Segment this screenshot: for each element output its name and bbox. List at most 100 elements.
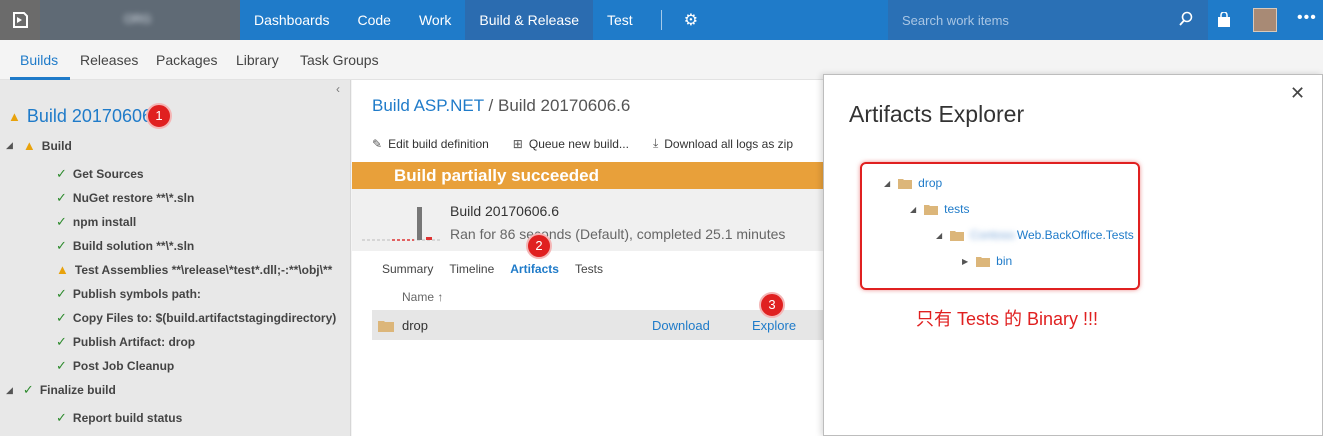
tab-artifacts[interactable]: Artifacts xyxy=(510,262,559,276)
check-icon: ✓ xyxy=(56,410,67,425)
check-icon: ✓ xyxy=(56,358,67,373)
tab-library[interactable]: Library xyxy=(236,52,279,68)
expand-triangle-icon[interactable]: ◢ xyxy=(6,140,13,151)
download-logs-button[interactable]: ⤓ Download all logs as zip xyxy=(653,136,793,151)
tree-item-drop[interactable]: ◢ drop xyxy=(884,176,942,190)
step-label: NuGet restore **\*.sln xyxy=(72,191,195,205)
check-icon: ✓ xyxy=(56,238,67,253)
folder-icon xyxy=(976,256,991,267)
explore-artifact-link[interactable]: Explore xyxy=(752,318,796,333)
nav-test[interactable]: Test xyxy=(593,0,647,40)
build-history-chart[interactable] xyxy=(362,197,440,245)
tab-tests[interactable]: Tests xyxy=(575,262,603,276)
queue-icon: ⊞ xyxy=(512,136,523,151)
tree-item-label: tests xyxy=(944,202,970,216)
account-switcher[interactable]: ORG xyxy=(40,0,240,40)
collapsed-arrow-icon[interactable]: ▶ xyxy=(962,257,968,266)
folder-icon xyxy=(898,178,913,189)
search-box[interactable]: Search work items xyxy=(888,0,1208,40)
build-status-banner: Build partially succeeded xyxy=(352,162,823,189)
pencil-icon: ✎ xyxy=(372,136,383,151)
user-avatar[interactable] xyxy=(1253,8,1277,32)
search-placeholder: Search work items xyxy=(902,13,1009,28)
warning-icon: ▲ xyxy=(8,109,21,124)
expanded-arrow-icon[interactable]: ◢ xyxy=(884,179,890,188)
tab-builds[interactable]: Builds xyxy=(20,52,58,68)
breadcrumb: Build ASP.NET / Build 20170606.6 xyxy=(372,96,630,116)
check-icon: ✓ xyxy=(56,214,67,229)
step-copy-files[interactable]: ✓ Copy Files to: $(build.artifactstagingd… xyxy=(56,310,336,326)
account-name: ORG xyxy=(124,12,152,26)
edit-build-definition-button[interactable]: ✎ Edit build definition xyxy=(372,136,489,151)
tree-item-backoffice-tests[interactable]: ◢ Contoso Web.BackOffice.Tests xyxy=(936,228,1134,242)
top-bar: ORG Dashboards Code Work Build & Release… xyxy=(0,0,1323,40)
expand-triangle-icon[interactable]: ◢ xyxy=(6,385,13,396)
step-label: Report build status xyxy=(72,411,183,425)
tree-item-bin[interactable]: ▶ bin xyxy=(962,254,1012,268)
step-build[interactable]: ◢ ▲ Build xyxy=(6,138,72,153)
button-label: Download all logs as zip xyxy=(664,136,793,151)
build-tabs: Summary Timeline Artifacts Tests xyxy=(382,262,619,276)
more-options-icon[interactable]: ••• xyxy=(1297,9,1317,27)
step-label: Finalize build xyxy=(39,383,116,397)
check-icon: ✓ xyxy=(56,190,67,205)
expanded-arrow-icon[interactable]: ◢ xyxy=(910,205,916,214)
step-label: npm install xyxy=(72,215,137,229)
nav-dashboards[interactable]: Dashboards xyxy=(240,0,344,40)
check-icon: ✓ xyxy=(56,166,67,181)
download-artifact-link[interactable]: Download xyxy=(652,318,710,333)
collapse-panel-icon[interactable]: ‹ xyxy=(336,82,340,96)
step-label: Build solution **\*.sln xyxy=(72,239,195,253)
tab-summary[interactable]: Summary xyxy=(382,262,433,276)
step-label: Get Sources xyxy=(72,167,144,181)
step-test-assemblies[interactable]: ▲ Test Assemblies **\release\*test*.dll;-… xyxy=(56,262,332,277)
build-steps-panel: ‹ ▲ Build 20170606. 1 ◢ ▲ Build ✓ Get Sou… xyxy=(0,80,351,436)
tree-item-label: Web.BackOffice.Tests xyxy=(1016,228,1134,242)
step-label: Post Job Cleanup xyxy=(72,359,175,373)
build-summary-panel: Build ASP.NET / Build 20170606.6 ✎ Edit b… xyxy=(352,80,823,436)
tab-releases[interactable]: Releases xyxy=(80,52,138,68)
marketplace-bag-icon[interactable] xyxy=(1217,12,1231,28)
artifact-row[interactable]: drop Download Explore xyxy=(372,310,823,340)
tree-item-label: bin xyxy=(996,254,1013,268)
annotation-badge-3: 3 xyxy=(759,292,785,318)
folder-icon xyxy=(378,321,394,332)
column-header-name[interactable]: Name ↑ xyxy=(402,290,443,304)
tab-packages[interactable]: Packages xyxy=(156,52,217,68)
check-icon: ✓ xyxy=(56,310,67,325)
close-icon[interactable]: ✕ xyxy=(1290,83,1305,104)
breadcrumb-definition-link[interactable]: Build ASP.NET xyxy=(372,96,484,115)
tab-task-groups[interactable]: Task Groups xyxy=(300,52,379,68)
build-title[interactable]: ▲ Build 20170606. xyxy=(8,106,157,127)
build-duration-text: Ran for 86 seconds (Default), completed … xyxy=(450,226,786,242)
tree-item-tests[interactable]: ◢ tests xyxy=(910,202,970,216)
step-label: Publish symbols path: xyxy=(72,287,201,301)
step-nuget-restore[interactable]: ✓ NuGet restore **\*.sln xyxy=(56,190,194,206)
step-label: Test Assemblies **\release\*test*.dll;-:… xyxy=(74,262,333,277)
expanded-arrow-icon[interactable]: ◢ xyxy=(936,231,942,240)
step-finalize-build[interactable]: ◢ ✓ Finalize build xyxy=(6,382,116,398)
step-publish-artifact[interactable]: ✓ Publish Artifact: drop xyxy=(56,334,195,350)
tab-timeline[interactable]: Timeline xyxy=(449,262,494,276)
nav-code[interactable]: Code xyxy=(344,0,405,40)
settings-gear-icon[interactable]: ⚙ xyxy=(676,10,706,30)
breadcrumb-current: Build 20170606.6 xyxy=(498,96,631,115)
step-post-job-cleanup[interactable]: ✓ Post Job Cleanup xyxy=(56,358,174,374)
search-icon[interactable] xyxy=(1178,11,1194,27)
step-build-solution[interactable]: ✓ Build solution **\*.sln xyxy=(56,238,194,254)
tree-item-label-redacted: Contoso xyxy=(970,228,1015,242)
vsts-logo-icon[interactable] xyxy=(0,0,40,40)
nav-work[interactable]: Work xyxy=(405,0,465,40)
annotation-note: 只有 Tests 的 Binary !!! xyxy=(916,309,1099,329)
nav-build-release[interactable]: Build & Release xyxy=(465,0,594,40)
step-get-sources[interactable]: ✓ Get Sources xyxy=(56,166,144,182)
step-label: Build xyxy=(41,138,72,153)
breadcrumb-separator: / xyxy=(483,96,498,115)
queue-new-build-button[interactable]: ⊞ Queue new build... xyxy=(513,136,629,151)
step-publish-symbols[interactable]: ✓ Publish symbols path: xyxy=(56,286,201,302)
nav-divider xyxy=(660,10,662,30)
step-npm-install[interactable]: ✓ npm install xyxy=(56,214,136,230)
step-report-build-status[interactable]: ✓ Report build status xyxy=(56,410,182,426)
annotation-badge-2: 2 xyxy=(526,233,552,259)
main-nav: Dashboards Code Work Build & Release Tes… xyxy=(240,0,706,40)
